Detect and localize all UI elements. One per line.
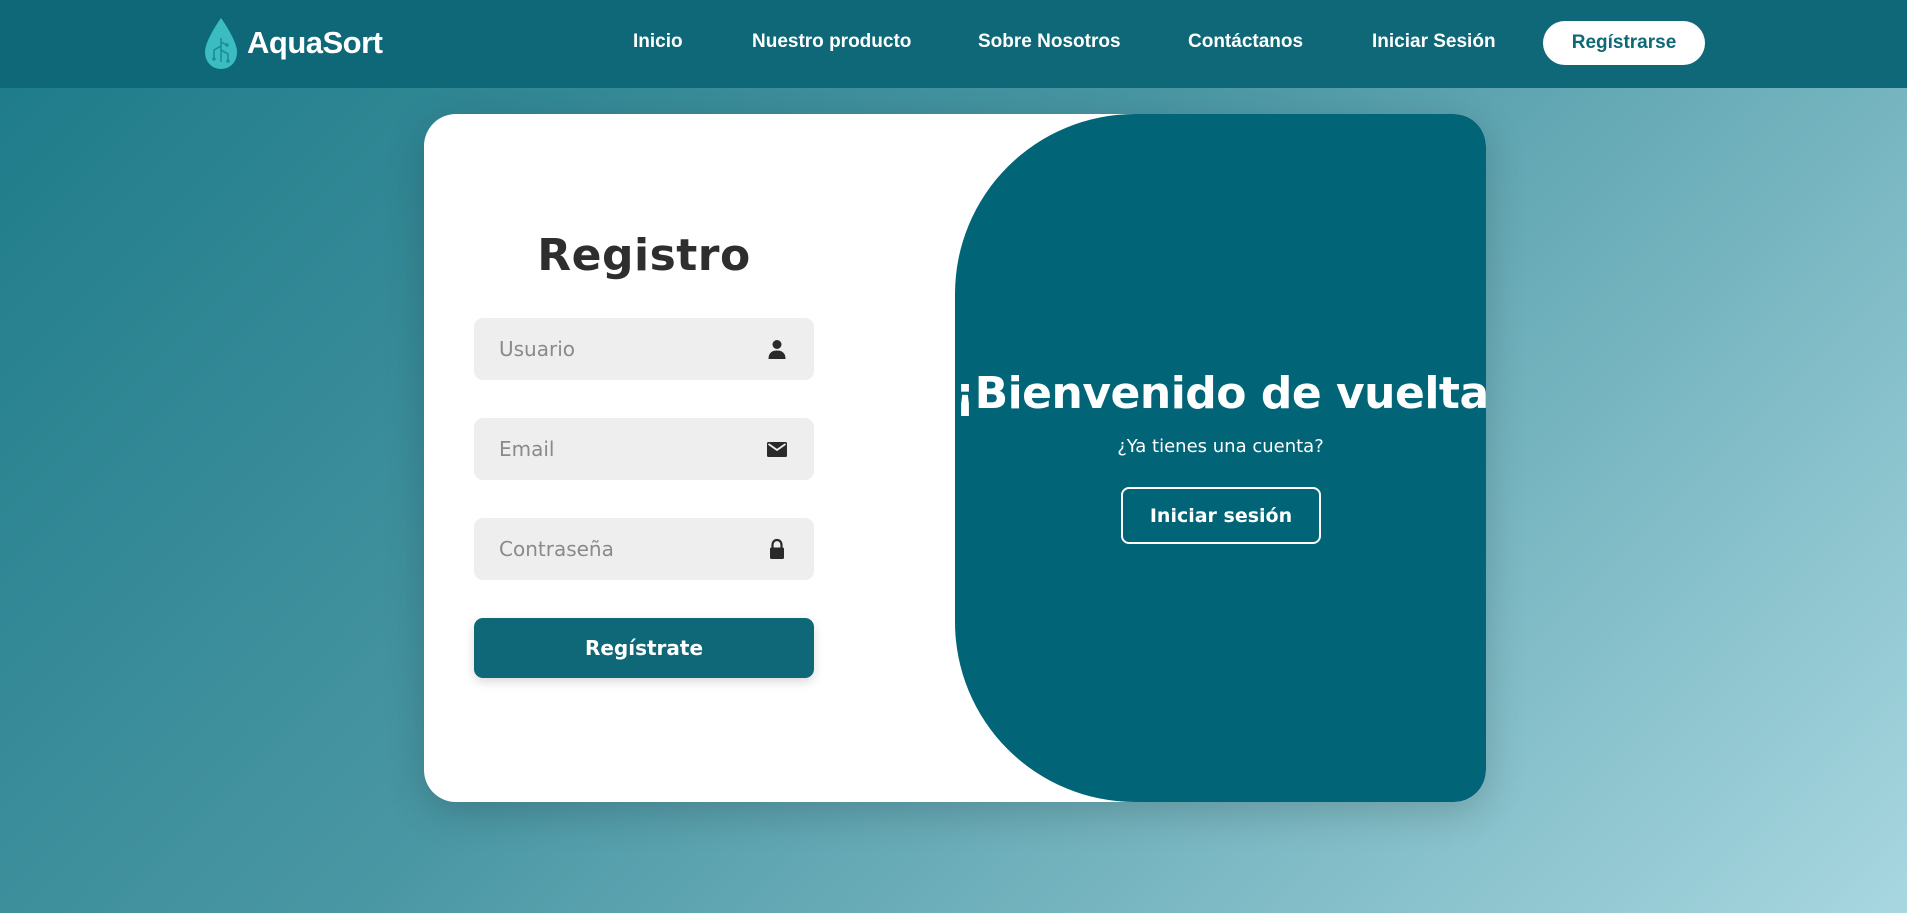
username-field	[474, 318, 814, 380]
password-field	[474, 518, 814, 580]
envelope-icon	[767, 442, 787, 457]
nav-link-contactanos[interactable]: Contáctanos	[1188, 31, 1303, 53]
login-button[interactable]: Iniciar sesión	[1121, 487, 1321, 544]
email-field	[474, 418, 814, 480]
nav-register-button[interactable]: Regístrarse	[1543, 21, 1705, 65]
password-input[interactable]	[474, 518, 814, 580]
welcome-panel: ¡Bienvenido de vuelta! ¿Ya tienes una cu…	[955, 114, 1486, 802]
email-input[interactable]	[474, 418, 814, 480]
welcome-subtitle: ¿Ya tienes una cuenta?	[1117, 436, 1324, 457]
lock-icon	[770, 538, 784, 559]
nav-link-inicio[interactable]: Inicio	[633, 31, 683, 53]
user-icon	[768, 340, 786, 359]
nav-link-iniciar-sesion[interactable]: Iniciar Sesión	[1372, 31, 1496, 53]
username-input[interactable]	[474, 318, 814, 380]
navbar: AquaSort Inicio Nuestro producto Sobre N…	[0, 0, 1907, 88]
register-submit-button[interactable]: Regístrate	[474, 618, 814, 678]
nav-link-nuestro-producto[interactable]: Nuestro producto	[752, 31, 911, 53]
nav-link-sobre-nosotros[interactable]: Sobre Nosotros	[978, 31, 1121, 53]
register-card: Registro Regístrate ¡Bienvenido de	[424, 114, 1486, 802]
form-title: Registro	[537, 230, 751, 281]
welcome-title: ¡Bienvenido de vuelta!	[955, 368, 1486, 419]
